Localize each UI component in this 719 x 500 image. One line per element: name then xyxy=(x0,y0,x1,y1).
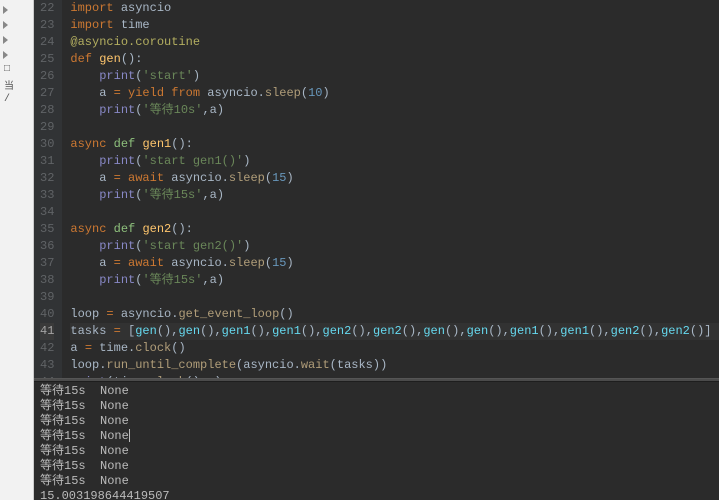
code-line[interactable]: print('start gen1()') xyxy=(70,153,719,170)
project-tree-item[interactable] xyxy=(0,32,33,47)
code-line[interactable]: import time xyxy=(70,17,719,34)
code-line[interactable]: a = yield from asyncio.sleep(10) xyxy=(70,85,719,102)
line-number: 28 xyxy=(40,102,54,119)
project-tree-item[interactable] xyxy=(0,47,33,62)
line-number: 25 xyxy=(40,51,54,68)
line-number: 36 xyxy=(40,238,54,255)
code-line[interactable]: loop.run_until_complete(asyncio.wait(tas… xyxy=(70,357,719,374)
line-number: 40 xyxy=(40,306,54,323)
code-editor[interactable]: 2223242526272829303132333435363738394041… xyxy=(34,0,719,378)
code-line[interactable]: def gen(): xyxy=(70,51,719,68)
console-line: 15.003198644419507 xyxy=(40,489,713,500)
code-line[interactable]: a = time.clock() xyxy=(70,340,719,357)
line-number: 41 xyxy=(40,323,54,340)
line-number-gutter: 2223242526272829303132333435363738394041… xyxy=(34,0,62,378)
code-line[interactable]: print('等待10s',a) xyxy=(70,102,719,119)
chevron-right-icon[interactable] xyxy=(2,21,10,29)
line-number: 30 xyxy=(40,136,54,153)
code-line[interactable]: async def gen2(): xyxy=(70,221,719,238)
console-line: 等待15s None xyxy=(40,399,713,414)
line-number: 33 xyxy=(40,187,54,204)
tree-label: □ xyxy=(4,64,10,75)
main-area: 2223242526272829303132333435363738394041… xyxy=(34,0,719,500)
code-line[interactable]: a = await asyncio.sleep(15) xyxy=(70,255,719,272)
code-line[interactable] xyxy=(70,119,719,136)
output-console[interactable]: 等待15s None等待15s None等待15s None等待15s None… xyxy=(34,382,719,500)
code-line[interactable] xyxy=(70,289,719,306)
line-number: 22 xyxy=(40,0,54,17)
console-line: 等待15s None xyxy=(40,459,713,474)
console-line: 等待15s None xyxy=(40,414,713,429)
code-line[interactable]: print('start') xyxy=(70,68,719,85)
line-number: 32 xyxy=(40,170,54,187)
text-cursor xyxy=(129,429,130,442)
line-number: 27 xyxy=(40,85,54,102)
chevron-right-icon[interactable] xyxy=(2,51,10,59)
chevron-right-icon[interactable] xyxy=(2,6,10,14)
project-tree-item[interactable]: 当 xyxy=(0,77,33,92)
line-number: 26 xyxy=(40,68,54,85)
code-line[interactable]: print('start gen2()') xyxy=(70,238,719,255)
tree-label: 当 xyxy=(4,77,14,93)
console-line: 等待15s None xyxy=(40,429,713,444)
code-line[interactable] xyxy=(70,204,719,221)
project-tree-item[interactable]: □ xyxy=(0,62,33,77)
line-number: 24 xyxy=(40,34,54,51)
line-number: 34 xyxy=(40,204,54,221)
project-tree-item[interactable] xyxy=(0,17,33,32)
console-line: 等待15s None xyxy=(40,384,713,399)
line-number: 29 xyxy=(40,119,54,136)
code-line[interactable]: a = await asyncio.sleep(15) xyxy=(70,170,719,187)
line-number: 42 xyxy=(40,340,54,357)
code-line[interactable]: tasks = [gen(),gen(),gen1(),gen1(),gen2(… xyxy=(70,323,719,340)
line-number: 31 xyxy=(40,153,54,170)
project-sidebar[interactable]: □ 当/ xyxy=(0,0,34,500)
line-number: 43 xyxy=(40,357,54,374)
line-number: 38 xyxy=(40,272,54,289)
line-number: 23 xyxy=(40,17,54,34)
line-number: 35 xyxy=(40,221,54,238)
project-tree-item[interactable] xyxy=(0,2,33,17)
console-line: 等待15s None xyxy=(40,474,713,489)
code-line[interactable]: @asyncio.coroutine xyxy=(70,34,719,51)
chevron-right-icon[interactable] xyxy=(2,36,10,44)
tree-label: / xyxy=(4,94,10,105)
console-line: 等待15s None xyxy=(40,444,713,459)
line-number: 37 xyxy=(40,255,54,272)
code-line[interactable]: print('等待15s',a) xyxy=(70,272,719,289)
line-number: 39 xyxy=(40,289,54,306)
code-area[interactable]: import asyncioimport time@asyncio.corout… xyxy=(62,0,719,378)
code-line[interactable]: async def gen1(): xyxy=(70,136,719,153)
code-line[interactable]: print('等待15s',a) xyxy=(70,187,719,204)
code-line[interactable]: loop = asyncio.get_event_loop() xyxy=(70,306,719,323)
code-line[interactable]: import asyncio xyxy=(70,0,719,17)
project-tree-item[interactable]: / xyxy=(0,92,33,107)
